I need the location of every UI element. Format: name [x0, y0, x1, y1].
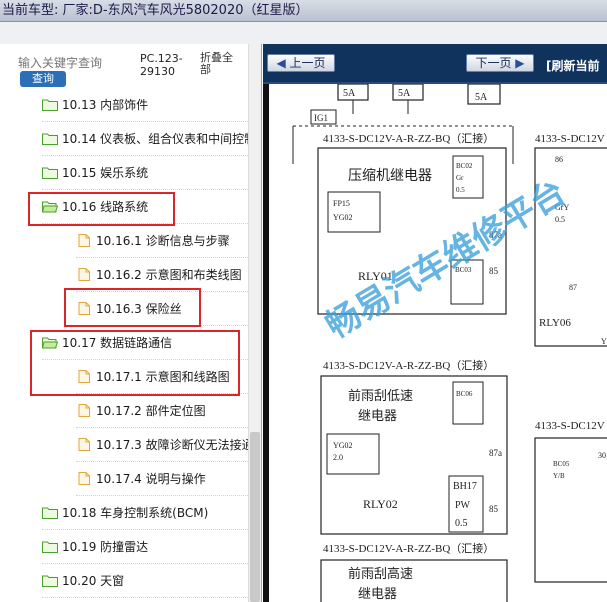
tree-item-10-13[interactable]: 10.13 内部饰件	[42, 88, 248, 122]
rly-id-2: RLY02	[363, 497, 398, 511]
tree-item-label: 10.20 天窗	[62, 574, 125, 588]
connector-label-1: 4133-S-DC12V-A-R-ZZ-BQ（汇接）	[323, 132, 494, 145]
tree-item-label: 10.17.2 部件定位图	[96, 404, 206, 418]
tree-item-10-17-3[interactable]: 10.17.3 故障诊断仪无法接通	[76, 428, 248, 462]
relay-3-name-b: 继电器	[358, 586, 397, 601]
wire-label-10: PW	[455, 500, 471, 511]
tree-item-label: 10.19 防撞雷达	[62, 540, 149, 554]
relay-1-name: 压缩机继电器	[348, 168, 432, 184]
search-button[interactable]: 查询	[20, 71, 66, 87]
document-viewer: ◀ 上一页 下一页 ▶ [刷新当前 5A 5A 5A IG1 4133-S-DC…	[263, 44, 607, 602]
arrow-left-icon: ◀	[276, 56, 286, 70]
wire-label-4: 0.5	[456, 186, 465, 194]
rly-id-6: RLY06	[539, 317, 571, 329]
refresh-current-link[interactable]: [刷新当前	[546, 57, 600, 74]
tree-item-10-15[interactable]: 10.15 娱乐系统	[42, 156, 248, 190]
search-area: 查询 PC.123-29130 折叠全部	[0, 44, 261, 88]
fold-all-button[interactable]: 折叠全部	[200, 52, 242, 76]
fuse-label-3: 5A	[475, 92, 488, 103]
tree-item-10-19[interactable]: 10.19 防撞雷达	[42, 530, 248, 564]
tree-item-10-16-2[interactable]: 10.16.2 示意图和布类线图	[76, 258, 248, 292]
wire-label-1: FP15	[333, 199, 350, 208]
tree-item-10-18[interactable]: 10.18 车身控制系统(BCM)	[42, 496, 248, 530]
folder-icon	[42, 575, 58, 587]
wire-label-7: YR	[601, 337, 607, 346]
tree-item-label: 10.17.3 故障诊断仪无法接通	[96, 438, 248, 452]
fuse-label-1: 5A	[343, 88, 356, 99]
tree-item-label: 10.13 内部饰件	[62, 98, 149, 112]
tree-item-label: 10.16.1 诊断信息与步骤	[96, 234, 230, 248]
pin-label-12: 30	[598, 451, 606, 460]
next-page-button[interactable]: 下一页 ▶	[466, 54, 534, 72]
page-icon	[78, 472, 90, 485]
arrow-right-icon: ▶	[515, 56, 525, 70]
wiring-diagram: 5A 5A 5A IG1 4133-S-DC12V-A-R-ZZ-BQ（汇接） …	[263, 84, 607, 602]
connector-label-5: 4133-S-DC12V	[535, 420, 605, 432]
toolbar-strip	[0, 22, 607, 44]
tree-item-10-20[interactable]: 10.20 天窗	[42, 564, 248, 598]
tree-item-label: 10.15 娱乐系统	[62, 166, 149, 180]
nav-panel: 查询 PC.123-29130 折叠全部 10.13 内部饰件 10.14 仪表板…	[0, 44, 262, 602]
prev-page-label: 上一页	[289, 56, 326, 70]
pin-label-7: BC06	[456, 390, 473, 398]
pin-label-11: BC05	[553, 460, 570, 468]
relay-2-name-b: 继电器	[358, 408, 397, 423]
search-input[interactable]	[18, 54, 106, 72]
connector-label-3: 4133-S-DC12V-A-R-ZZ-BQ（汇接）	[323, 542, 494, 555]
pin-label-10: 85	[489, 504, 499, 514]
connector-label-4: 4133-S-DC12V	[535, 133, 605, 145]
page-icon	[78, 234, 90, 247]
pin-label-1: BC02	[456, 162, 473, 170]
wire-label-9: 2.0	[333, 453, 343, 462]
wire-label-12: Y/B	[553, 472, 565, 480]
pin-label-4: 85	[489, 266, 499, 276]
folder-icon	[42, 541, 58, 553]
highlight-box-10-16-3	[64, 288, 201, 327]
tree-item-label: 10.16.2 示意图和布类线图	[96, 268, 242, 282]
tree-item-10-14[interactable]: 10.14 仪表板、组合仪表和中间控制台	[42, 122, 248, 156]
page-icon	[78, 438, 90, 451]
folder-icon	[42, 133, 58, 145]
tree-item-10-17-4[interactable]: 10.17.4 说明与操作	[76, 462, 248, 496]
page-icon	[78, 268, 90, 281]
prev-page-button[interactable]: ◀ 上一页	[267, 54, 335, 72]
wire-label-11: 0.5	[455, 518, 468, 529]
highlight-box-10-16	[28, 192, 175, 226]
wire-label-8: YG02	[333, 441, 353, 450]
pin-label-9: BH17	[453, 481, 477, 492]
relay-2-name-a: 前雨刮低速	[348, 388, 413, 403]
folder-icon	[42, 167, 58, 179]
folder-icon	[42, 507, 58, 519]
folder-icon	[42, 99, 58, 111]
highlight-box-10-17	[30, 330, 240, 396]
pin-label-5: 86	[555, 155, 563, 164]
tree-item-label: 10.18 车身控制系统(BCM)	[62, 506, 209, 520]
connector-label-2: 4133-S-DC12V-A-R-ZZ-BQ（汇接）	[323, 359, 494, 372]
wire-label-2: YG02	[333, 213, 353, 222]
window-title: 当前车型: 厂家:D-东风汽车风光5802020（红星版）	[0, 0, 607, 22]
relay-3-name-a: 前雨刮高速	[348, 566, 413, 581]
ig-label: IG1	[314, 113, 328, 123]
fuse-label-2: 5A	[398, 88, 411, 99]
pin-label-8: 87a	[489, 448, 502, 458]
wire-label-3: Gr	[456, 174, 464, 182]
tree-item-10-16-1[interactable]: 10.16.1 诊断信息与步骤	[76, 224, 248, 258]
pin-label-6: 87	[569, 283, 577, 292]
tree-item-label: 10.14 仪表板、组合仪表和中间控制台	[62, 132, 248, 146]
tree-item-10-17-2[interactable]: 10.17.2 部件定位图	[76, 394, 248, 428]
pc-code: PC.123-29130	[140, 52, 183, 78]
next-page-label: 下一页	[475, 56, 512, 70]
tree-scrollbar-thumb[interactable]	[250, 432, 260, 602]
page-icon	[78, 404, 90, 417]
page-navbar: ◀ 上一页 下一页 ▶ [刷新当前	[263, 44, 607, 82]
tree-item-label: 10.17.4 说明与操作	[96, 472, 206, 486]
